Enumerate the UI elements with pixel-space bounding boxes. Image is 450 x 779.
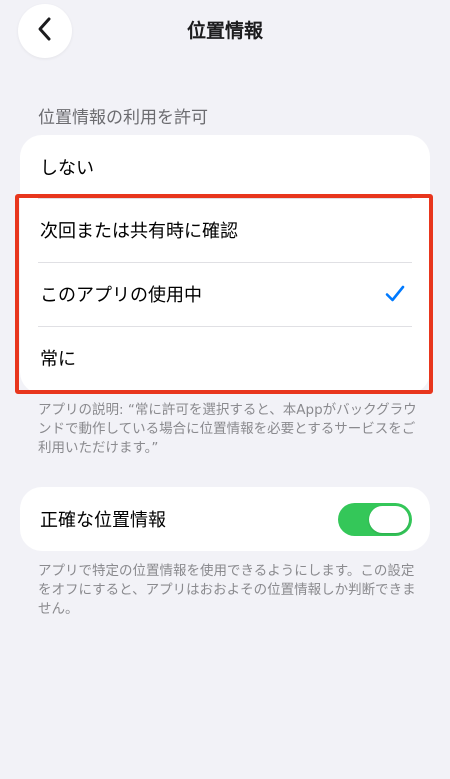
option-label: 常に (40, 349, 76, 370)
location-access-options: しない 次回または共有時に確認 このアプリの使用中 常に (20, 135, 430, 394)
location-settings-screen: 位置情報 位置情報の利用を許可 しない 次回または共有時に確認 このアプリの使用… (0, 0, 450, 779)
precise-location-description: アプリで特定の位置情報を使用できるようにします。この設定をオフにすると、アプリは… (38, 563, 416, 617)
option-always[interactable]: 常に (20, 326, 430, 390)
precise-location-toggle[interactable] (338, 503, 412, 536)
section-header-location-access: 位置情報の利用を許可 (38, 108, 208, 128)
page-title: 位置情報 (186, 20, 263, 42)
navigation-bar: 位置情報 (0, 0, 450, 60)
option-label: このアプリの使用中 (40, 285, 202, 306)
toggle-knob (369, 506, 409, 533)
precise-location-group: 正確な位置情報 (20, 487, 430, 551)
option-label: しない (40, 157, 94, 179)
checkmark-icon (384, 284, 406, 304)
location-access-description: アプリの説明: “常に許可を選択すると、本Appがバックグラウンドで動作している… (38, 402, 417, 456)
option-never[interactable]: しない (20, 135, 430, 198)
option-label: 次回または共有時に確認 (40, 221, 238, 242)
option-while-using[interactable]: このアプリの使用中 (20, 262, 430, 326)
option-ask-next-time[interactable]: 次回または共有時に確認 (20, 198, 430, 262)
